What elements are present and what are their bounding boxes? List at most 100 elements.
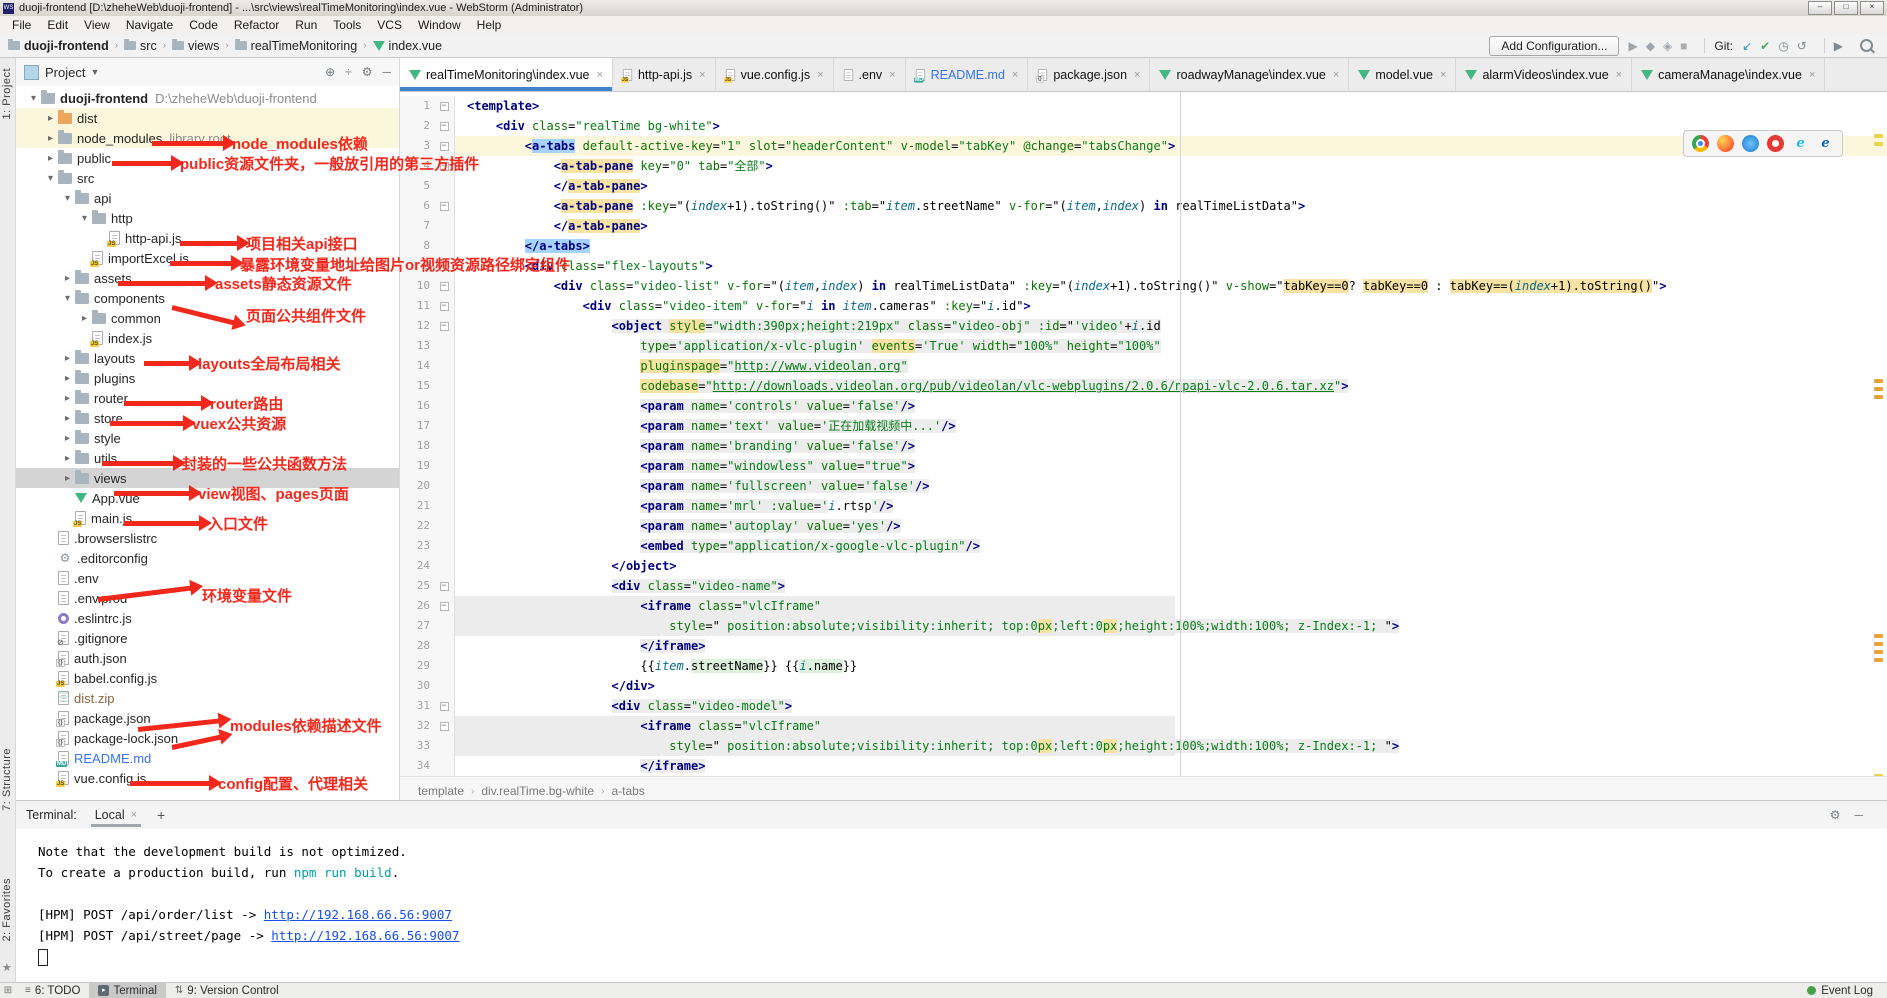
fold-gutter[interactable]: − [434,96,455,116]
menu-help[interactable]: Help [469,16,510,34]
close-icon[interactable]: × [1616,69,1622,81]
breadcrumb-item-duoji-frontend[interactable]: duoji-frontend [8,39,109,53]
chevron-right-icon[interactable]: ▸ [43,133,58,144]
menu-window[interactable]: Window [410,16,469,34]
new-terminal-session-icon[interactable]: + [157,807,165,823]
statusbar-todo-button[interactable]: ≡6: TODO [16,983,89,998]
tree-row-dist[interactable]: ▸dist [16,108,399,128]
fold-gutter[interactable]: − [434,276,455,296]
stripe-structure-label[interactable]: 7: Structure [1,748,13,811]
menu-tools[interactable]: Tools [325,16,369,34]
fold-marker-icon[interactable]: − [440,102,449,111]
tree-row-http[interactable]: ▾http [16,208,399,228]
tab-alarmVideos-index.vue[interactable]: alarmVideos\index.vue× [1456,58,1632,91]
tab-http-api.js[interactable]: http-api.js× [613,58,716,91]
fold-marker-icon[interactable]: − [440,142,449,151]
stripe-project-label[interactable]: 1: Project [1,68,13,119]
chevron-down-icon[interactable]: ▾ [77,213,92,224]
fold-marker-icon[interactable]: − [440,302,449,311]
fold-gutter[interactable]: − [434,196,455,216]
event-log-button[interactable]: Event Log [1821,985,1873,997]
menu-edit[interactable]: Edit [39,16,76,34]
editor-breadcrumb-div.realTime.bg-white[interactable]: div.realTime.bg-white [481,784,594,798]
tab-roadwayManage-index.vue[interactable]: roadwayManage\index.vue× [1150,58,1349,91]
tree-row-dist.zip[interactable]: dist.zip [16,688,399,708]
hide-panel-icon[interactable]: ─ [382,65,391,79]
opera-icon[interactable] [1767,135,1784,152]
chevron-right-icon[interactable]: ▸ [60,373,75,384]
tree-row-babel.config.js[interactable]: babel.config.js [16,668,399,688]
fold-marker-icon[interactable]: − [440,722,449,731]
close-icon[interactable]: × [131,809,137,821]
fold-marker-icon[interactable]: − [440,582,449,591]
code-editor[interactable]: ee 1−<template>2− <div class="realTime b… [400,92,1887,776]
fold-gutter[interactable]: − [434,116,455,136]
statusbar-terminal-button[interactable]: ▸Terminal [89,983,165,998]
tab-.env[interactable]: .env× [834,58,906,91]
run-anything-icon[interactable]: ▶ [1834,39,1843,53]
close-icon[interactable]: × [1809,69,1815,81]
terminal-tab-local[interactable]: Local × [91,801,141,829]
editor-breadcrumb-template[interactable]: template [418,784,464,798]
fold-marker-icon[interactable]: − [440,122,449,131]
tab-vue.config.js[interactable]: vue.config.js× [716,58,834,91]
chevron-right-icon[interactable]: ▸ [60,273,75,284]
breadcrumb-item-views[interactable]: views [172,39,219,53]
edge-icon[interactable]: e [1817,135,1834,152]
fold-gutter[interactable]: − [434,716,455,736]
tree-row-.gitignore[interactable]: .gitignore [16,628,399,648]
close-icon[interactable]: × [1134,69,1140,81]
fold-marker-icon[interactable]: − [440,322,449,331]
ie-icon[interactable]: e [1792,135,1809,152]
fold-marker-icon[interactable]: − [440,602,449,611]
fold-marker-icon[interactable]: − [440,282,449,291]
search-everywhere-icon[interactable] [1860,39,1873,52]
maximize-button[interactable]: □ [1834,1,1858,15]
breadcrumb-item-realTimeMonitoring[interactable]: realTimeMonitoring [235,39,358,53]
terminal-output[interactable]: Note that the development build is not o… [16,829,1887,967]
favorites-star-icon[interactable]: ★ [2,961,12,974]
fold-gutter[interactable]: − [434,316,455,336]
chevron-right-icon[interactable]: ▸ [77,313,92,324]
fold-gutter[interactable]: − [434,596,455,616]
chevron-right-icon[interactable]: ▸ [43,153,58,164]
tree-row-index.js[interactable]: index.js [16,328,399,348]
firefox-icon[interactable] [1717,135,1734,152]
chrome-icon[interactable] [1692,135,1709,152]
tree-row-.editorconfig[interactable]: ⚙.editorconfig [16,548,399,568]
update-project-icon[interactable]: ↙ [1742,39,1752,53]
menu-refactor[interactable]: Refactor [226,16,287,34]
close-icon[interactable]: × [1012,69,1018,81]
chevron-right-icon[interactable]: ▸ [43,113,58,124]
tab-package.json[interactable]: package.json× [1028,58,1150,91]
fold-marker-icon[interactable]: − [440,702,449,711]
debug-icon[interactable]: ◆ [1646,39,1655,53]
close-icon[interactable]: × [597,69,603,81]
menu-file[interactable]: File [4,16,39,34]
settings-gear-icon[interactable]: ⚙ [362,65,373,79]
menu-view[interactable]: View [76,16,118,34]
chevron-down-icon[interactable]: ▾ [43,173,58,184]
chevron-down-icon[interactable]: ▾ [26,93,41,104]
chevron-right-icon[interactable]: ▸ [60,393,75,404]
chevron-right-icon[interactable]: ▸ [60,453,75,464]
close-icon[interactable]: × [699,69,705,81]
tree-row-auth.json[interactable]: auth.json [16,648,399,668]
collapse-all-icon[interactable]: ÷ [345,65,352,79]
add-configuration-button[interactable]: Add Configuration... [1489,36,1619,56]
hide-panel-icon[interactable]: ─ [1854,808,1863,822]
minimize-button[interactable]: – [1808,1,1832,15]
close-icon[interactable]: × [817,69,823,81]
tree-row-.eslintrc.js[interactable]: .eslintrc.js [16,608,399,628]
chevron-right-icon[interactable]: ▸ [60,473,75,484]
menu-navigate[interactable]: Navigate [118,16,181,34]
breadcrumb-item-index.vue[interactable]: index.vue [373,39,443,53]
tree-row-api[interactable]: ▾api [16,188,399,208]
stripe-favorites-label[interactable]: 2: Favorites [1,878,13,941]
chevron-right-icon[interactable]: ▸ [60,413,75,424]
locate-file-icon[interactable]: ⊕ [325,65,335,79]
fold-marker-icon[interactable]: − [440,202,449,211]
menu-vcs[interactable]: VCS [369,16,410,34]
editor-breadcrumb-a-tabs[interactable]: a-tabs [611,784,644,798]
chevron-right-icon[interactable]: ▸ [60,433,75,444]
